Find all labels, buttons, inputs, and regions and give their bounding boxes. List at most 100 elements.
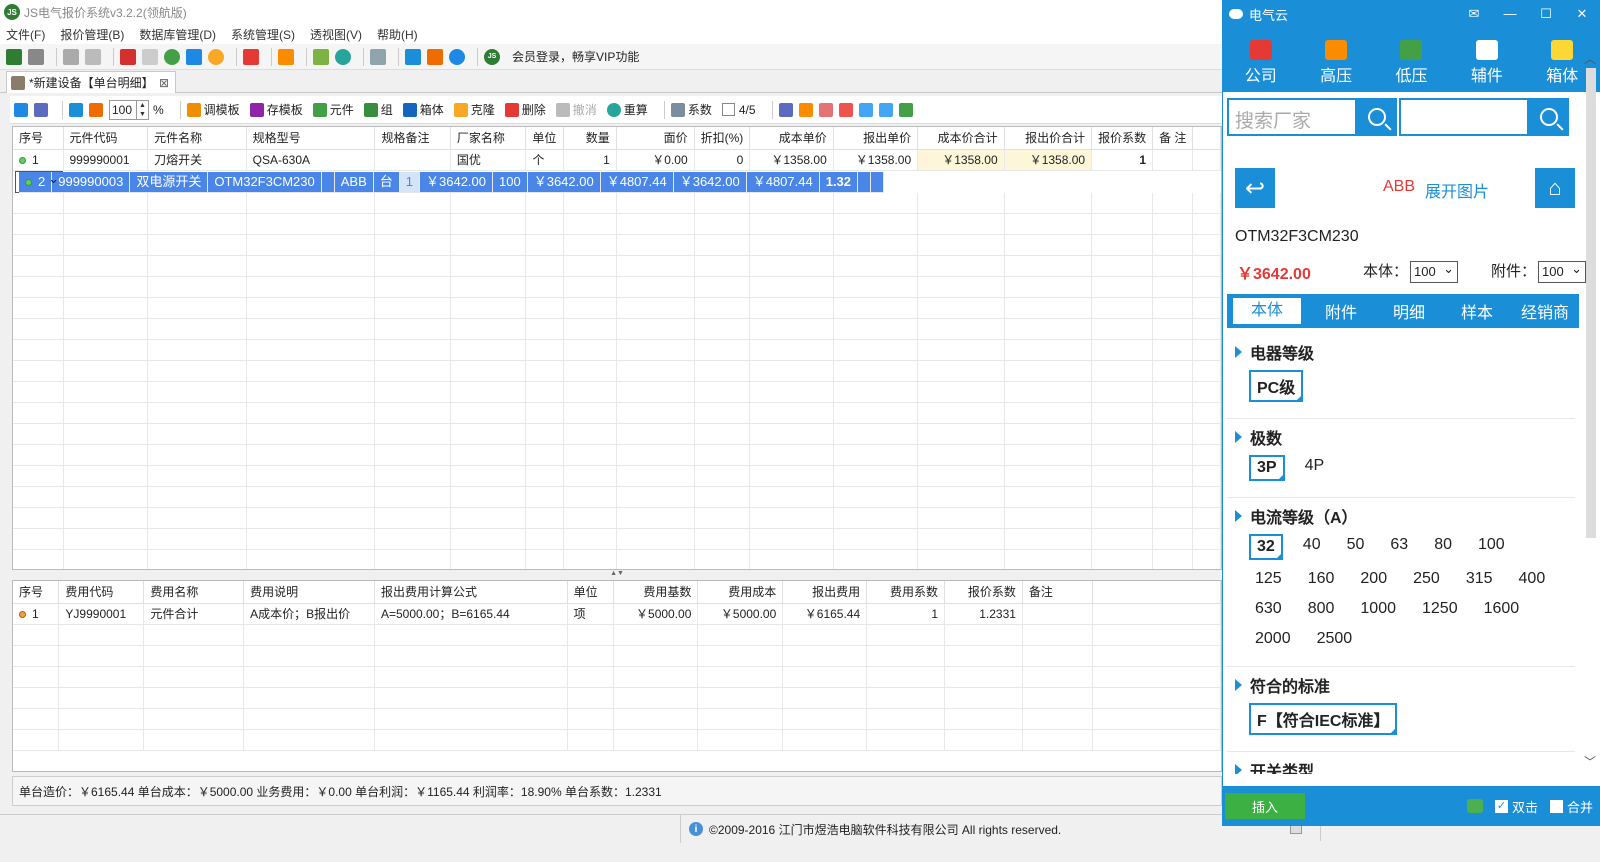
monitor-icon[interactable] xyxy=(186,48,202,65)
cell[interactable]: ￥1358.00 xyxy=(1004,149,1093,171)
insert-button[interactable]: 插入 xyxy=(1225,793,1305,819)
pdf-icon[interactable] xyxy=(120,48,136,65)
body-select[interactable]: 100 xyxy=(1410,259,1459,284)
category-company[interactable]: 公司 xyxy=(1245,40,1277,86)
component-grid[interactable]: 序号 元件代码 元件名称 规格型号 规格备注 厂家名称 单位 数量 面价 折扣(… xyxy=(12,126,1222,570)
model-search-input[interactable] xyxy=(1399,98,1529,136)
cloud-icon[interactable] xyxy=(405,48,421,65)
col-header[interactable]: 费用系数 xyxy=(866,581,946,604)
menu-quote[interactable]: 报价管理(B) xyxy=(60,26,124,43)
cell-index[interactable]: 1 xyxy=(13,603,60,625)
cell[interactable]: ￥3642.00 xyxy=(527,171,601,193)
down-arrow-icon[interactable]: ▼ xyxy=(137,110,148,119)
sort-icon[interactable] xyxy=(778,102,793,117)
col-header[interactable]: 费用基数 xyxy=(613,581,699,604)
vip-login-link[interactable]: 会员登录，畅享VIP功能 xyxy=(512,48,639,65)
tools-icon[interactable] xyxy=(243,48,259,65)
tab-body[interactable]: 本体 xyxy=(1233,298,1301,324)
help-icon[interactable] xyxy=(449,48,465,65)
col-header[interactable]: 元件代码 xyxy=(63,127,149,150)
coefficient-button[interactable]: 系数 xyxy=(670,101,712,118)
fee-grid[interactable]: 序号 费用代码 费用名称 费用说明 报出费用计算公式 单位 费用基数 费用成本 … xyxy=(12,580,1222,772)
col-header[interactable]: 报价系数 xyxy=(1091,127,1154,150)
option-value[interactable]: 250 xyxy=(1407,568,1446,590)
col-header[interactable]: 折扣(%) xyxy=(694,127,751,150)
cell[interactable]: 1.2331 xyxy=(944,603,1023,625)
cell[interactable]: A成本价；B报出价 xyxy=(243,603,375,625)
option-value[interactable]: 4P xyxy=(1299,455,1331,481)
close-icon[interactable]: ✕ xyxy=(1564,6,1600,22)
document-icon[interactable] xyxy=(142,48,158,65)
col-header[interactable]: 费用代码 xyxy=(58,581,145,604)
close-icon[interactable]: ⊠ xyxy=(159,76,169,90)
delete-button[interactable]: 删除 xyxy=(504,101,546,118)
cell[interactable]: ￥6165.44 xyxy=(782,603,868,625)
table-row[interactable]: 1 999990001 刀熔开关 QSA-630A 国优 个 1 ￥0.00 0… xyxy=(13,149,1221,171)
cell[interactable]: QSA-630A xyxy=(246,149,376,171)
option-value[interactable]: 2000 xyxy=(1249,628,1297,650)
option-value[interactable]: 315 xyxy=(1460,568,1499,590)
menu-system[interactable]: 系统管理(S) xyxy=(231,26,295,43)
menu-file[interactable]: 文件(F) xyxy=(6,26,45,43)
zoom-stepper[interactable]: 100 ▲ ▼ xyxy=(109,99,149,120)
recalc-button[interactable]: 重算 xyxy=(606,101,648,118)
option-value[interactable]: 2500 xyxy=(1311,628,1359,650)
cell[interactable]: 1 xyxy=(1091,149,1154,171)
col-header[interactable]: 序号 xyxy=(13,581,60,604)
col-header[interactable]: 备注 xyxy=(1022,581,1093,604)
option-value[interactable]: 63 xyxy=(1384,534,1414,560)
cabinet-button[interactable]: 箱体 xyxy=(402,101,444,118)
cell[interactable]: 刀熔开关 xyxy=(147,149,247,171)
option-value[interactable]: 1600 xyxy=(1478,598,1526,620)
col-header[interactable]: 成本价合计 xyxy=(917,127,1005,150)
coin-icon[interactable] xyxy=(208,48,224,65)
option-value[interactable]: F【符合IEC标准】 xyxy=(1249,703,1398,735)
cell[interactable] xyxy=(1152,149,1194,171)
model-search-button[interactable] xyxy=(1529,98,1569,136)
option-value[interactable]: 630 xyxy=(1249,598,1288,620)
option-value[interactable]: 3P xyxy=(1249,455,1285,481)
move-up-icon[interactable] xyxy=(858,102,873,117)
double-click-checkbox[interactable]: ✓ xyxy=(1494,799,1508,813)
cell[interactable]: ￥5000.00 xyxy=(613,603,699,625)
col-header[interactable]: 厂家名称 xyxy=(450,127,527,150)
col-header[interactable]: 报出单价 xyxy=(833,127,919,150)
option-value[interactable]: PC级 xyxy=(1249,370,1304,402)
cell[interactable] xyxy=(857,171,872,193)
option-value[interactable]: 200 xyxy=(1354,568,1393,590)
add-component-button[interactable]: 元件 xyxy=(312,101,354,118)
cell[interactable]: ￥3642.00 xyxy=(673,171,747,193)
option-value[interactable]: 40 xyxy=(1297,534,1327,560)
swap-icon[interactable] xyxy=(898,102,913,117)
cell[interactable]: A=5000.00；B=6165.44 xyxy=(374,603,568,625)
save-template-button[interactable]: 存模板 xyxy=(249,101,303,118)
refresh-icon[interactable] xyxy=(335,48,351,65)
move-down-icon[interactable] xyxy=(878,102,893,117)
cell[interactable]: ￥4807.44 xyxy=(600,171,674,193)
category-high-voltage[interactable]: 高压 xyxy=(1320,40,1352,86)
save-icon[interactable] xyxy=(6,48,22,65)
option-value[interactable]: 125 xyxy=(1249,568,1288,590)
col-header[interactable]: 费用成本 xyxy=(697,581,784,604)
col-header[interactable]: 单位 xyxy=(525,127,565,150)
color-grid-icon[interactable] xyxy=(798,102,813,117)
col-header[interactable]: 费用说明 xyxy=(243,581,375,604)
vendor-search-input[interactable]: 搜索厂家 xyxy=(1227,98,1357,136)
cell[interactable]: ￥3642.00 xyxy=(419,171,494,193)
col-header[interactable]: 成本单价 xyxy=(749,127,834,150)
print-icon[interactable] xyxy=(28,48,44,65)
minimize-icon[interactable]: — xyxy=(1492,6,1528,22)
cell[interactable]: ￥1358.00 xyxy=(749,149,834,171)
maximize-icon[interactable]: ☐ xyxy=(1528,6,1564,22)
col-header[interactable]: 规格型号 xyxy=(246,127,376,150)
zoom-value[interactable]: 100 xyxy=(109,99,137,120)
cell[interactable]: 1.32 xyxy=(819,171,859,193)
col-header[interactable]: 元件名称 xyxy=(147,127,247,150)
scroll-up-icon[interactable]: ︿ xyxy=(1584,50,1596,67)
col-header[interactable]: 费用名称 xyxy=(143,581,245,604)
category-cabinet[interactable]: 箱体 xyxy=(1546,40,1578,86)
cell[interactable]: 999990003 xyxy=(51,171,131,193)
accessory-select[interactable]: 100 xyxy=(1538,259,1587,284)
category-accessory[interactable]: 辅件 xyxy=(1471,40,1503,86)
cell[interactable] xyxy=(321,171,335,193)
